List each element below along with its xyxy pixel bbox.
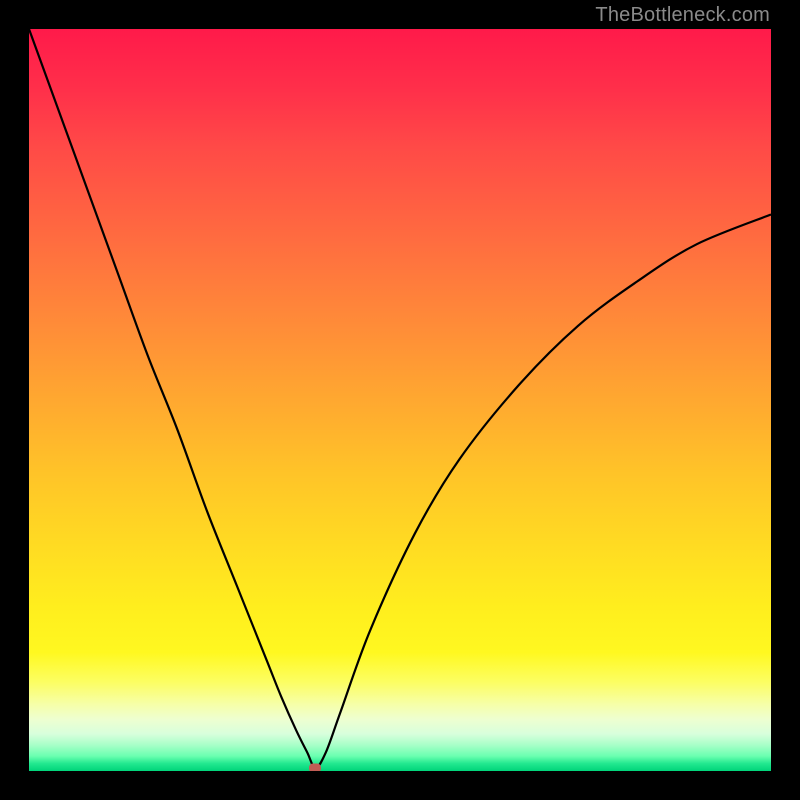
attribution-text: TheBottleneck.com: [595, 4, 770, 27]
plot-area: [29, 29, 771, 771]
minimum-marker: [309, 764, 321, 771]
chart-frame: TheBottleneck.com: [0, 0, 800, 800]
bottleneck-curve: [29, 29, 771, 771]
